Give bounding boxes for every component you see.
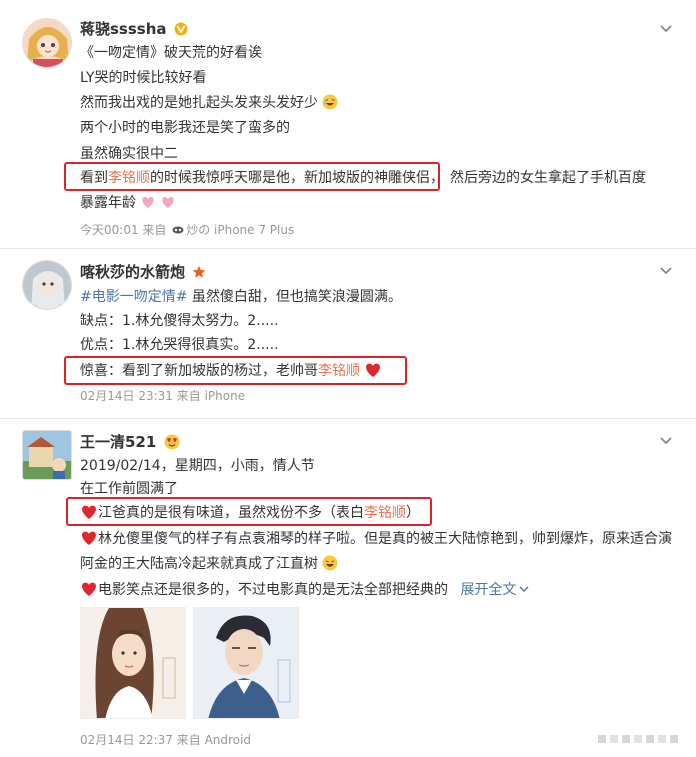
username-text[interactable]: 蒋骁ssssha (80, 20, 167, 38)
post-text-line: 虽然确实很中二 (80, 146, 178, 162)
chevron-down-icon[interactable] (658, 263, 674, 279)
post-text: ） (406, 505, 420, 521)
post-text: 的时候我惊呼天哪是他，新加坡版的神雕侠侣， (150, 170, 444, 186)
avatar[interactable] (22, 260, 72, 310)
post-text: 虽然傻白甜，但也搞笑浪漫圆满。 (187, 289, 402, 305)
post-text-line: 两个小时的电影我还是笑了蛮多的 (80, 120, 290, 136)
laughing-emoji-icon (322, 94, 338, 110)
post-meta[interactable]: 02月14日 23:31 来自 iPhone (80, 387, 245, 404)
post-text: 然而我出戏的是她扎起头发来头发好少 (80, 95, 318, 111)
post-meta: 今天00:01 来自 炒の iPhone 7 Plus (80, 221, 294, 238)
post-text: 电影笑点还是很多的，不过电影真的是无法全部把经典的 (98, 582, 448, 598)
topic-link[interactable]: #电影一吻定情# (80, 289, 187, 305)
post-text-line: 惊喜：看到了新加坡版的杨过，老帅哥李铭顺 (80, 362, 382, 380)
grinning-emoji-icon (322, 555, 338, 571)
post-text-line: 然而我出戏的是她扎起头发来头发好少 (80, 94, 338, 112)
person-name-link[interactable]: 李铭顺 (108, 170, 150, 186)
post-text: 江爸真的是很有味道，虽然戏份不多（表白 (98, 505, 364, 521)
post-text-line: 电影笑点还是很多的，不过电影真的是无法全部把经典的 展开全文 (80, 581, 530, 599)
watermark (598, 732, 688, 749)
movie-poster-image[interactable] (193, 607, 299, 719)
post-1: 蒋骁ssssha 《一吻定情》破天荒的好看诶 LY哭的时候比较好看 然而我出戏的… (0, 0, 696, 250)
post-text-line: 阿金的王大陆高冷起来就真成了江直树 (80, 555, 338, 573)
pink-hearts-emoji-icon (142, 197, 175, 208)
post-text-line: 缺点：1.林允傻得太努力。2..... (80, 313, 279, 329)
avatar[interactable] (22, 18, 72, 68)
post-text: 然后旁边的女生拿起了手机百度 (450, 170, 646, 186)
username-text[interactable]: 喀秋莎的水箭炮 (80, 263, 185, 281)
post-text-line: 看到李铭顺的时候我惊呼天哪是他，新加坡版的神雕侠侣， 然后旁边的女生拿起了手机百度 (80, 169, 646, 187)
verified-badge-icon (174, 22, 188, 36)
post-text: 惊喜：看到了新加坡版的杨过，老帅哥 (80, 363, 318, 379)
post-text-line: #电影一吻定情# 虽然傻白甜，但也搞笑浪漫圆满。 (80, 288, 402, 306)
watermark-graphic (598, 735, 678, 743)
post-text-line: 优点：1.林允哭得很真实。2..... (80, 337, 279, 353)
red-heart-icon (82, 582, 96, 596)
post-2: 喀秋莎的水箭炮 #电影一吻定情# 虽然傻白甜，但也搞笑浪漫圆满。 缺点：1.林允… (0, 250, 696, 420)
divider (0, 248, 696, 249)
post-text: 林允傻里傻气的样子有点袁湘琴的样子啦。但是真的被王大陆惊艳到，帅到爆炸，原来适合… (98, 531, 672, 547)
post-text-line: 林允傻里傻气的样子有点袁湘琴的样子啦。但是真的被王大陆惊艳到，帅到爆炸，原来适合… (80, 530, 672, 548)
avatar-image (23, 19, 71, 67)
post-text-line: LY哭的时候比较好看 (80, 70, 207, 86)
post-text-line: 暴露年龄 (80, 194, 178, 212)
device-icon (172, 226, 184, 234)
divider (0, 418, 696, 419)
avatar-image (23, 431, 71, 479)
person-name-link[interactable]: 李铭顺 (318, 363, 360, 379)
person-name-link[interactable]: 李铭顺 (364, 505, 406, 521)
avatar-image (23, 261, 71, 309)
post-text-line: 2019/02/14，星期四，小雨，情人节 (80, 458, 315, 474)
post-text: 看到 (80, 170, 108, 186)
movie-poster-image[interactable] (80, 607, 186, 719)
chevron-down-icon[interactable] (658, 433, 674, 449)
username[interactable]: 喀秋莎的水箭炮 (80, 261, 206, 282)
username[interactable]: 王一清521 (80, 431, 180, 452)
expand-full-text-link[interactable]: 展开全文 (460, 582, 530, 598)
post-text-line: 江爸真的是很有味道，虽然戏份不多（表白李铭顺） (80, 504, 420, 522)
username[interactable]: 蒋骁ssssha (80, 18, 188, 39)
expand-label[interactable]: 展开全文 (460, 582, 516, 598)
chevron-down-icon[interactable] (518, 584, 530, 594)
red-heart-icon (82, 531, 96, 545)
heart-eyes-emoji-icon (164, 434, 180, 450)
post-text-line: 在工作前圆满了 (80, 481, 178, 497)
star-badge-icon (192, 265, 206, 278)
timestamp[interactable]: 今天00:01 来自 (80, 223, 170, 237)
post-text-line: 《一吻定情》破天荒的好看诶 (80, 45, 262, 61)
post-text: 暴露年龄 (80, 195, 136, 211)
chevron-down-icon[interactable] (658, 21, 674, 37)
post-text: 阿金的王大陆高冷起来就真成了江直树 (80, 556, 318, 572)
username-text[interactable]: 王一清521 (80, 433, 156, 451)
post-3: 王一清521 2019/02/14，星期四，小雨，情人节 在工作前圆满了 江爸真… (0, 420, 696, 757)
poster-graphic (81, 608, 185, 718)
red-heart-icon (82, 505, 96, 519)
red-heart-icon (366, 363, 381, 377)
post-meta[interactable]: 02月14日 22:37 来自 Android (80, 731, 251, 748)
poster-graphic (194, 608, 298, 718)
avatar[interactable] (22, 430, 72, 480)
device-name[interactable]: 炒の iPhone 7 Plus (186, 223, 294, 237)
